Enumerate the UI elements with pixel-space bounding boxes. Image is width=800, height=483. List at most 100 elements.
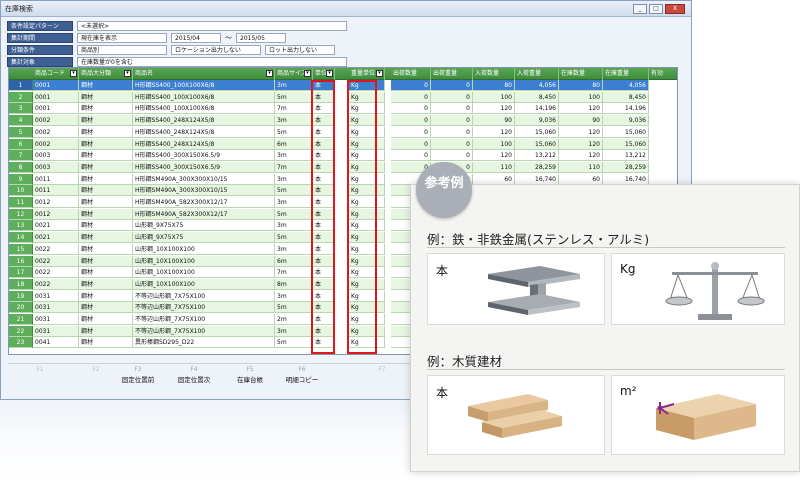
table-cell[interactable]: 0001 <box>33 91 79 103</box>
table-cell[interactable]: 3m <box>275 243 313 255</box>
table-cell[interactable]: 5m <box>275 91 313 103</box>
table-cell[interactable]: 6m <box>275 138 313 150</box>
table-cell[interactable]: 鋼材 <box>79 232 133 244</box>
row-number[interactable]: 22 <box>9 325 33 337</box>
filter-dropdown-icon[interactable]: ▾ <box>326 70 333 77</box>
table-row[interactable]: 6 0002 鋼材 H形鋼SS400_248X124X5/8 6m 本 Kg 0 0 100 15,… <box>9 138 677 150</box>
table-cell[interactable]: 0 <box>431 91 473 103</box>
table-cell[interactable]: 60 <box>473 173 515 185</box>
table-cell[interactable]: 0 <box>391 138 431 150</box>
table-row[interactable]: 1 0001 鋼材 H形鋼SS400_100X100X6/8 3m 本 Kg 0 0 80 4,05… <box>9 80 677 91</box>
table-cell[interactable]: 鋼材 <box>79 91 133 103</box>
table-cell[interactable]: 0 <box>391 80 431 91</box>
table-cell[interactable]: 不等辺山形鋼_7X75X100 <box>133 302 275 314</box>
table-cell[interactable]: 0002 <box>33 115 79 127</box>
table-cell[interactable]: 鋼材 <box>79 243 133 255</box>
target-field[interactable]: 在庫数量が0を含む <box>77 57 347 67</box>
row-number[interactable]: 15 <box>9 243 33 255</box>
table-cell[interactable]: 鋼材 <box>79 278 133 290</box>
table-cell[interactable]: 山形鋼_10X100X100 <box>133 267 275 279</box>
column-header[interactable]: 有効 <box>649 68 677 80</box>
table-cell[interactable]: 0012 <box>33 197 79 208</box>
table-cell[interactable]: 山形鋼_9X75X75 <box>133 220 275 232</box>
column-header[interactable]: 商品名 ▾ <box>133 68 275 80</box>
table-cell[interactable]: 山形鋼_10X100X100 <box>133 243 275 255</box>
table-cell[interactable]: H形鋼SM490A_582X300X12/17 <box>133 197 275 208</box>
table-cell[interactable]: 0 <box>431 115 473 127</box>
table-cell[interactable]: 80 <box>559 80 603 91</box>
table-cell[interactable]: 鋼材 <box>79 314 133 325</box>
fkey-f3-button[interactable]: F3 固定位置前 <box>108 366 168 384</box>
column-header[interactable]: 商品サイズ ▾ <box>275 68 313 80</box>
table-cell[interactable]: 鋼材 <box>79 267 133 279</box>
table-cell[interactable]: 鋼材 <box>79 126 133 138</box>
table-cell[interactable]: H形鋼SM490A_300X300X10/15 <box>133 173 275 185</box>
table-cell[interactable]: 110 <box>473 161 515 173</box>
table-cell[interactable]: 28,259 <box>515 161 559 173</box>
table-cell[interactable]: 鋼材 <box>79 103 133 115</box>
table-cell[interactable]: 0 <box>391 150 431 162</box>
table-cell[interactable]: 0003 <box>33 161 79 173</box>
table-cell[interactable]: 15,060 <box>603 138 649 150</box>
filter-dropdown-icon[interactable]: ▾ <box>70 70 77 77</box>
table-cell[interactable]: H形鋼SS400_300X150X6.5/9 <box>133 150 275 162</box>
table-cell[interactable]: 0022 <box>33 267 79 279</box>
row-number[interactable]: 16 <box>9 255 33 267</box>
table-cell[interactable]: 0022 <box>33 255 79 267</box>
table-row[interactable]: 2 0001 鋼材 H形鋼SS400_100X100X6/8 5m 本 Kg 0 0 100 8,4… <box>9 91 677 103</box>
table-cell[interactable]: 0022 <box>33 243 79 255</box>
table-cell[interactable]: 鋼材 <box>79 208 133 220</box>
table-cell[interactable]: H形鋼SS400_248X124X5/8 <box>133 138 275 150</box>
period-from-field[interactable]: 2015/04 <box>171 33 221 43</box>
table-cell[interactable]: 異形棒鋼SD295_D22 <box>133 337 275 349</box>
row-number[interactable]: 14 <box>9 232 33 244</box>
table-cell[interactable]: 120 <box>559 138 603 150</box>
table-cell[interactable]: 5m <box>275 208 313 220</box>
table-cell[interactable]: 14,196 <box>603 103 649 115</box>
category-field[interactable]: 商品別 <box>77 45 167 55</box>
row-number[interactable]: 6 <box>9 138 33 150</box>
table-cell[interactable]: 3m <box>275 220 313 232</box>
row-number[interactable]: 8 <box>9 161 33 173</box>
table-cell[interactable]: 鋼材 <box>79 302 133 314</box>
table-cell[interactable]: 0022 <box>33 278 79 290</box>
table-cell[interactable]: 80 <box>473 80 515 91</box>
table-cell[interactable]: 鋼材 <box>79 185 133 197</box>
table-cell[interactable]: 0 <box>431 150 473 162</box>
table-cell[interactable]: 7m <box>275 161 313 173</box>
lot-option-field[interactable]: ロット出力しない <box>265 45 335 55</box>
table-cell[interactable]: 9,036 <box>603 115 649 127</box>
row-number[interactable]: 18 <box>9 278 33 290</box>
filter-dropdown-icon[interactable]: ▾ <box>124 70 131 77</box>
table-cell[interactable]: 28,259 <box>603 161 649 173</box>
table-cell[interactable]: 0002 <box>33 138 79 150</box>
table-cell[interactable]: 16,740 <box>515 173 559 185</box>
table-cell[interactable]: 鋼材 <box>79 255 133 267</box>
table-cell[interactable]: 0031 <box>33 325 79 337</box>
filter-dropdown-icon[interactable]: ▾ <box>266 70 273 77</box>
table-cell[interactable]: 2m <box>275 314 313 325</box>
table-cell[interactable]: 鋼材 <box>79 337 133 349</box>
table-row[interactable]: 5 0002 鋼材 H形鋼SS400_248X124X5/8 5m 本 Kg 0 0 120 15,… <box>9 126 677 138</box>
period-mode-field[interactable]: 現在庫を表示 <box>77 33 167 43</box>
maximize-button[interactable]: □ <box>649 3 663 14</box>
row-number[interactable]: 21 <box>9 314 33 325</box>
table-cell[interactable]: 120 <box>473 150 515 162</box>
row-number[interactable]: 23 <box>9 337 33 349</box>
table-cell[interactable]: 0 <box>391 115 431 127</box>
fkey-f4-button[interactable]: F4 固定位置次 <box>164 366 224 384</box>
table-cell[interactable]: 0031 <box>33 290 79 302</box>
table-cell[interactable]: H形鋼SS400_300X150X6.5/9 <box>133 161 275 173</box>
column-header[interactable]: 出荷数量 <box>391 68 431 80</box>
table-cell[interactable]: 90 <box>559 115 603 127</box>
row-number[interactable]: 11 <box>9 197 33 208</box>
table-cell[interactable]: 0041 <box>33 337 79 349</box>
table-cell[interactable]: 不等辺山形鋼_7X75X100 <box>133 314 275 325</box>
table-cell[interactable]: 120 <box>559 150 603 162</box>
table-cell[interactable]: 120 <box>473 126 515 138</box>
table-cell[interactable]: 100 <box>559 91 603 103</box>
table-cell[interactable]: 3m <box>275 173 313 185</box>
row-number[interactable]: 9 <box>9 173 33 185</box>
column-header[interactable]: 重量単位 ▾ <box>349 68 385 80</box>
table-cell[interactable]: 鋼材 <box>79 220 133 232</box>
